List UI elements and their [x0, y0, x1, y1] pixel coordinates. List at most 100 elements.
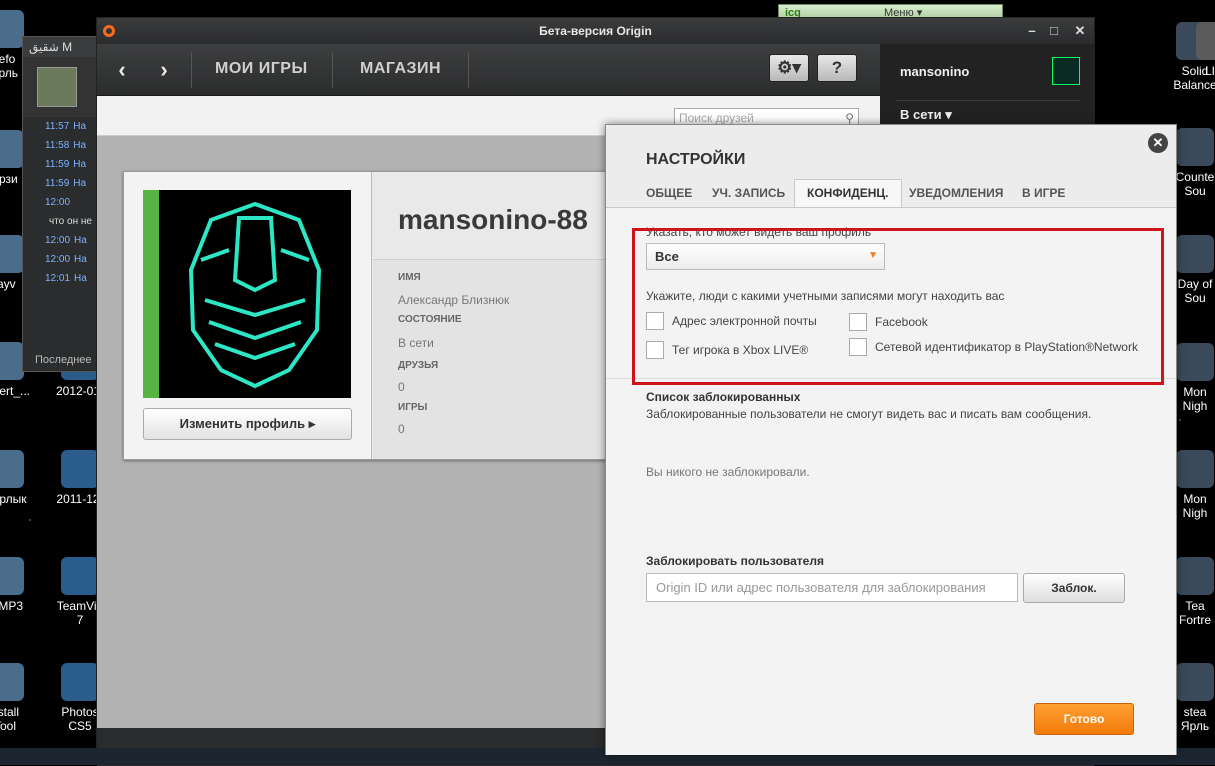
- divider: [896, 100, 1080, 101]
- chat-message-text: Ha: [74, 235, 87, 246]
- chat-message: 12:00 Ha: [23, 250, 99, 269]
- desktop-shortcut[interactable]: AIMP3: [0, 557, 40, 613]
- field-label-name: ИМЯ: [398, 272, 421, 283]
- shortcut-icon: [1176, 235, 1214, 273]
- desktop-shortcut[interactable]: - Ярлык: [0, 450, 40, 506]
- settings-dialog: ✕ НАСТРОЙКИ ОБЩЕЕ УЧ. ЗАПИСЬ КОНФИДЕНЦ. …: [605, 124, 1177, 755]
- chat-message: 11:59 Ha: [23, 155, 99, 174]
- shortcut-icon: [0, 130, 24, 168]
- shortcut-icon: [1176, 663, 1214, 701]
- tab-account[interactable]: УЧ. ЗАПИСЬ: [700, 179, 797, 208]
- shortcut-label: AIMP3: [0, 599, 23, 613]
- shortcut-label: nstall Tool: [0, 705, 19, 733]
- chat-message-time: 12:01: [45, 273, 71, 284]
- chat-message-time: 12:00: [45, 197, 71, 208]
- shortcut-label: LIM: [1204, 64, 1215, 78]
- desktop-shortcut[interactable]: LIM: [1180, 22, 1215, 78]
- chat-message-text: Ha: [73, 121, 87, 132]
- shortcut-icon: [0, 10, 24, 48]
- shortcut-icon: [0, 342, 24, 380]
- desktop-shortcut[interactable]: nstall Tool: [0, 663, 40, 733]
- top-nav: ‹ › МОИ ИГРЫ МАГАЗИН ⚙▾ ?: [97, 44, 880, 96]
- chat-message: 12:01 Ha: [23, 269, 99, 288]
- chat-message-time: 11:59: [45, 178, 70, 189]
- block-user-input[interactable]: Origin ID или адрес пользователя для заб…: [646, 573, 1018, 602]
- edit-profile-button[interactable]: Изменить профиль ▸: [143, 408, 352, 440]
- tab-privacy[interactable]: КОНФИДЕНЦ.: [794, 179, 902, 208]
- chat-message-time: 12:00: [45, 254, 71, 265]
- field-value-games: 0: [398, 422, 405, 436]
- chat-message-text: Ha: [73, 140, 87, 151]
- done-button[interactable]: Готово: [1034, 703, 1134, 735]
- blocked-empty-message: Вы никого не заблокировали.: [646, 465, 810, 479]
- shortcut-icon: [0, 235, 24, 273]
- nav-divider: [191, 52, 192, 88]
- nav-divider: [468, 52, 469, 88]
- online-status-dropdown[interactable]: В сети ▾: [900, 107, 952, 123]
- profile-name: mansonino-88: [398, 204, 588, 235]
- chat-window[interactable]: شقيق M 11:57 Ha 11:58 Ha 11:59 Ha 11:59 Ha 12:00…: [22, 36, 100, 372]
- chat-message-text: Ha: [74, 254, 87, 265]
- nav-store[interactable]: МАГАЗИН: [360, 60, 441, 78]
- friends-username[interactable]: mansonino: [900, 64, 969, 79]
- chat-message-text: что он не: [49, 216, 92, 227]
- profile-avatar: [143, 190, 351, 398]
- nav-my-games[interactable]: МОИ ИГРЫ: [215, 60, 308, 78]
- chat-status: Последнее: [35, 354, 92, 366]
- chevron-right-icon: ›: [160, 57, 168, 82]
- minimize-button[interactable]: –: [1021, 18, 1043, 44]
- nav-divider: [332, 52, 333, 88]
- chat-message-time: 12:00: [45, 235, 71, 246]
- origin-logo-icon: [103, 25, 115, 37]
- blocked-description: Заблокированные пользователи не смогут в…: [646, 407, 1092, 421]
- chat-message: 11:58 Ha: [23, 136, 99, 155]
- search-icon[interactable]: ⚲: [845, 111, 854, 125]
- field-label-games: ИГРЫ: [398, 402, 428, 413]
- window-title: Бета-версия Origin: [539, 24, 652, 38]
- search-placeholder: Поиск друзей: [679, 111, 754, 125]
- field-label-status: СОСТОЯНИЕ: [398, 314, 462, 325]
- chat-message: что он не: [23, 212, 99, 231]
- chat-message-text: Ha: [73, 178, 87, 189]
- field-label-friends: ДРУЗЬЯ: [398, 360, 439, 371]
- chat-message-text: Ha: [73, 159, 87, 170]
- shortcut-icon: [0, 450, 24, 488]
- chat-message-time: 11:59: [45, 159, 70, 170]
- title-bar: Бета-версия Origin – □ ✕: [97, 18, 1094, 44]
- chat-message-time: 11:58: [45, 140, 70, 151]
- maximize-button[interactable]: □: [1043, 18, 1065, 44]
- shortcut-icon: [0, 557, 24, 595]
- shortcut-icon: [1196, 22, 1215, 60]
- field-value-friends: 0: [398, 380, 405, 394]
- shortcut-icon: [1176, 450, 1214, 488]
- forward-button[interactable]: ›: [151, 57, 177, 83]
- chat-message: 11:59 Ha: [23, 174, 99, 193]
- shortcut-label: - Ярлык: [0, 492, 27, 506]
- shortcut-icon: [1176, 343, 1214, 381]
- shortcut-label: desert_...: [0, 384, 31, 398]
- back-button[interactable]: ‹: [109, 57, 135, 83]
- shortcut-icon: [61, 450, 99, 488]
- close-window-button[interactable]: ✕: [1069, 18, 1091, 44]
- tab-general[interactable]: ОБЩЕЕ: [634, 179, 704, 208]
- settings-button[interactable]: ⚙▾: [769, 54, 809, 82]
- chat-message: 11:57 Ha: [23, 117, 99, 136]
- gear-icon: ⚙▾: [777, 58, 801, 77]
- shortcut-icon: [0, 663, 24, 701]
- help-button[interactable]: ?: [817, 54, 857, 82]
- helmet-avatar-icon: [188, 201, 322, 389]
- tab-notifications[interactable]: УВЕДОМЛЕНИЯ: [897, 179, 1015, 208]
- block-button[interactable]: Заблок.: [1023, 573, 1125, 603]
- dialog-title: НАСТРОЙКИ: [646, 151, 746, 168]
- block-user-title: Заблокировать пользователя: [646, 554, 824, 568]
- shortcut-icon: [61, 663, 99, 701]
- shortcut-icon: [1176, 128, 1214, 166]
- dialog-body: Указать, кто может видеть ваш профиль Вс…: [606, 207, 1176, 755]
- chat-message-time: 11:57: [45, 121, 70, 132]
- chevron-left-icon: ‹: [118, 57, 126, 82]
- chat-message: 12:00: [23, 193, 99, 212]
- close-dialog-button[interactable]: ✕: [1148, 133, 1168, 153]
- tab-in-game[interactable]: В ИГРЕ: [1010, 179, 1077, 208]
- field-value-name: Александр Близнюк: [398, 293, 510, 307]
- user-avatar[interactable]: [1052, 57, 1080, 85]
